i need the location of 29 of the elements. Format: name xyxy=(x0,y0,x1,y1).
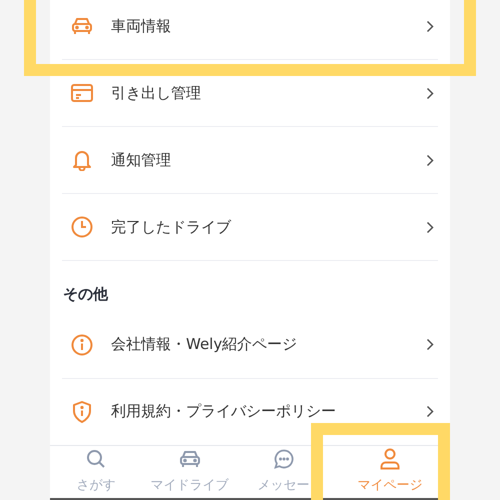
person-icon xyxy=(380,448,400,470)
menu-label: 会社情報・Wely紹介ページ xyxy=(111,334,298,356)
chevron-right-icon xyxy=(426,405,434,418)
menu-item[interactable]: 利用規約・プライバシーポリシー xyxy=(62,378,438,444)
card-icon xyxy=(71,84,93,102)
chat-icon xyxy=(274,449,294,469)
shield-icon xyxy=(72,400,92,422)
clock-icon xyxy=(71,216,93,238)
section-heading: その他 xyxy=(62,284,109,305)
menu-label: 完了したドライブ xyxy=(111,216,232,238)
bell-icon xyxy=(72,149,92,171)
chevron-right-icon xyxy=(426,154,434,166)
menu-label: 通知管理 xyxy=(111,150,172,171)
menu-label: 利用規約・プライバシーポリシー xyxy=(111,401,337,422)
chevron-right-icon xyxy=(426,338,434,351)
menu-label: 車両情報 xyxy=(111,16,172,37)
chevron-right-icon xyxy=(426,20,434,32)
info-icon xyxy=(71,334,93,356)
chevron-right-icon xyxy=(426,220,434,234)
chevron-right-icon xyxy=(426,86,434,100)
search-icon xyxy=(86,449,106,469)
menu-item[interactable]: 会社情報・Wely紹介ページ xyxy=(62,312,438,378)
car-icon xyxy=(71,16,93,36)
menu-label: 引き出し管理 xyxy=(111,82,202,104)
menu-item[interactable]: 完了したドライブ xyxy=(62,194,438,260)
menu-item[interactable]: 車両情報 xyxy=(62,0,438,59)
menu-item[interactable]: 通知管理 xyxy=(62,127,438,193)
menu-item[interactable]: 引き出し管理 xyxy=(62,60,438,126)
car-icon xyxy=(178,449,200,469)
